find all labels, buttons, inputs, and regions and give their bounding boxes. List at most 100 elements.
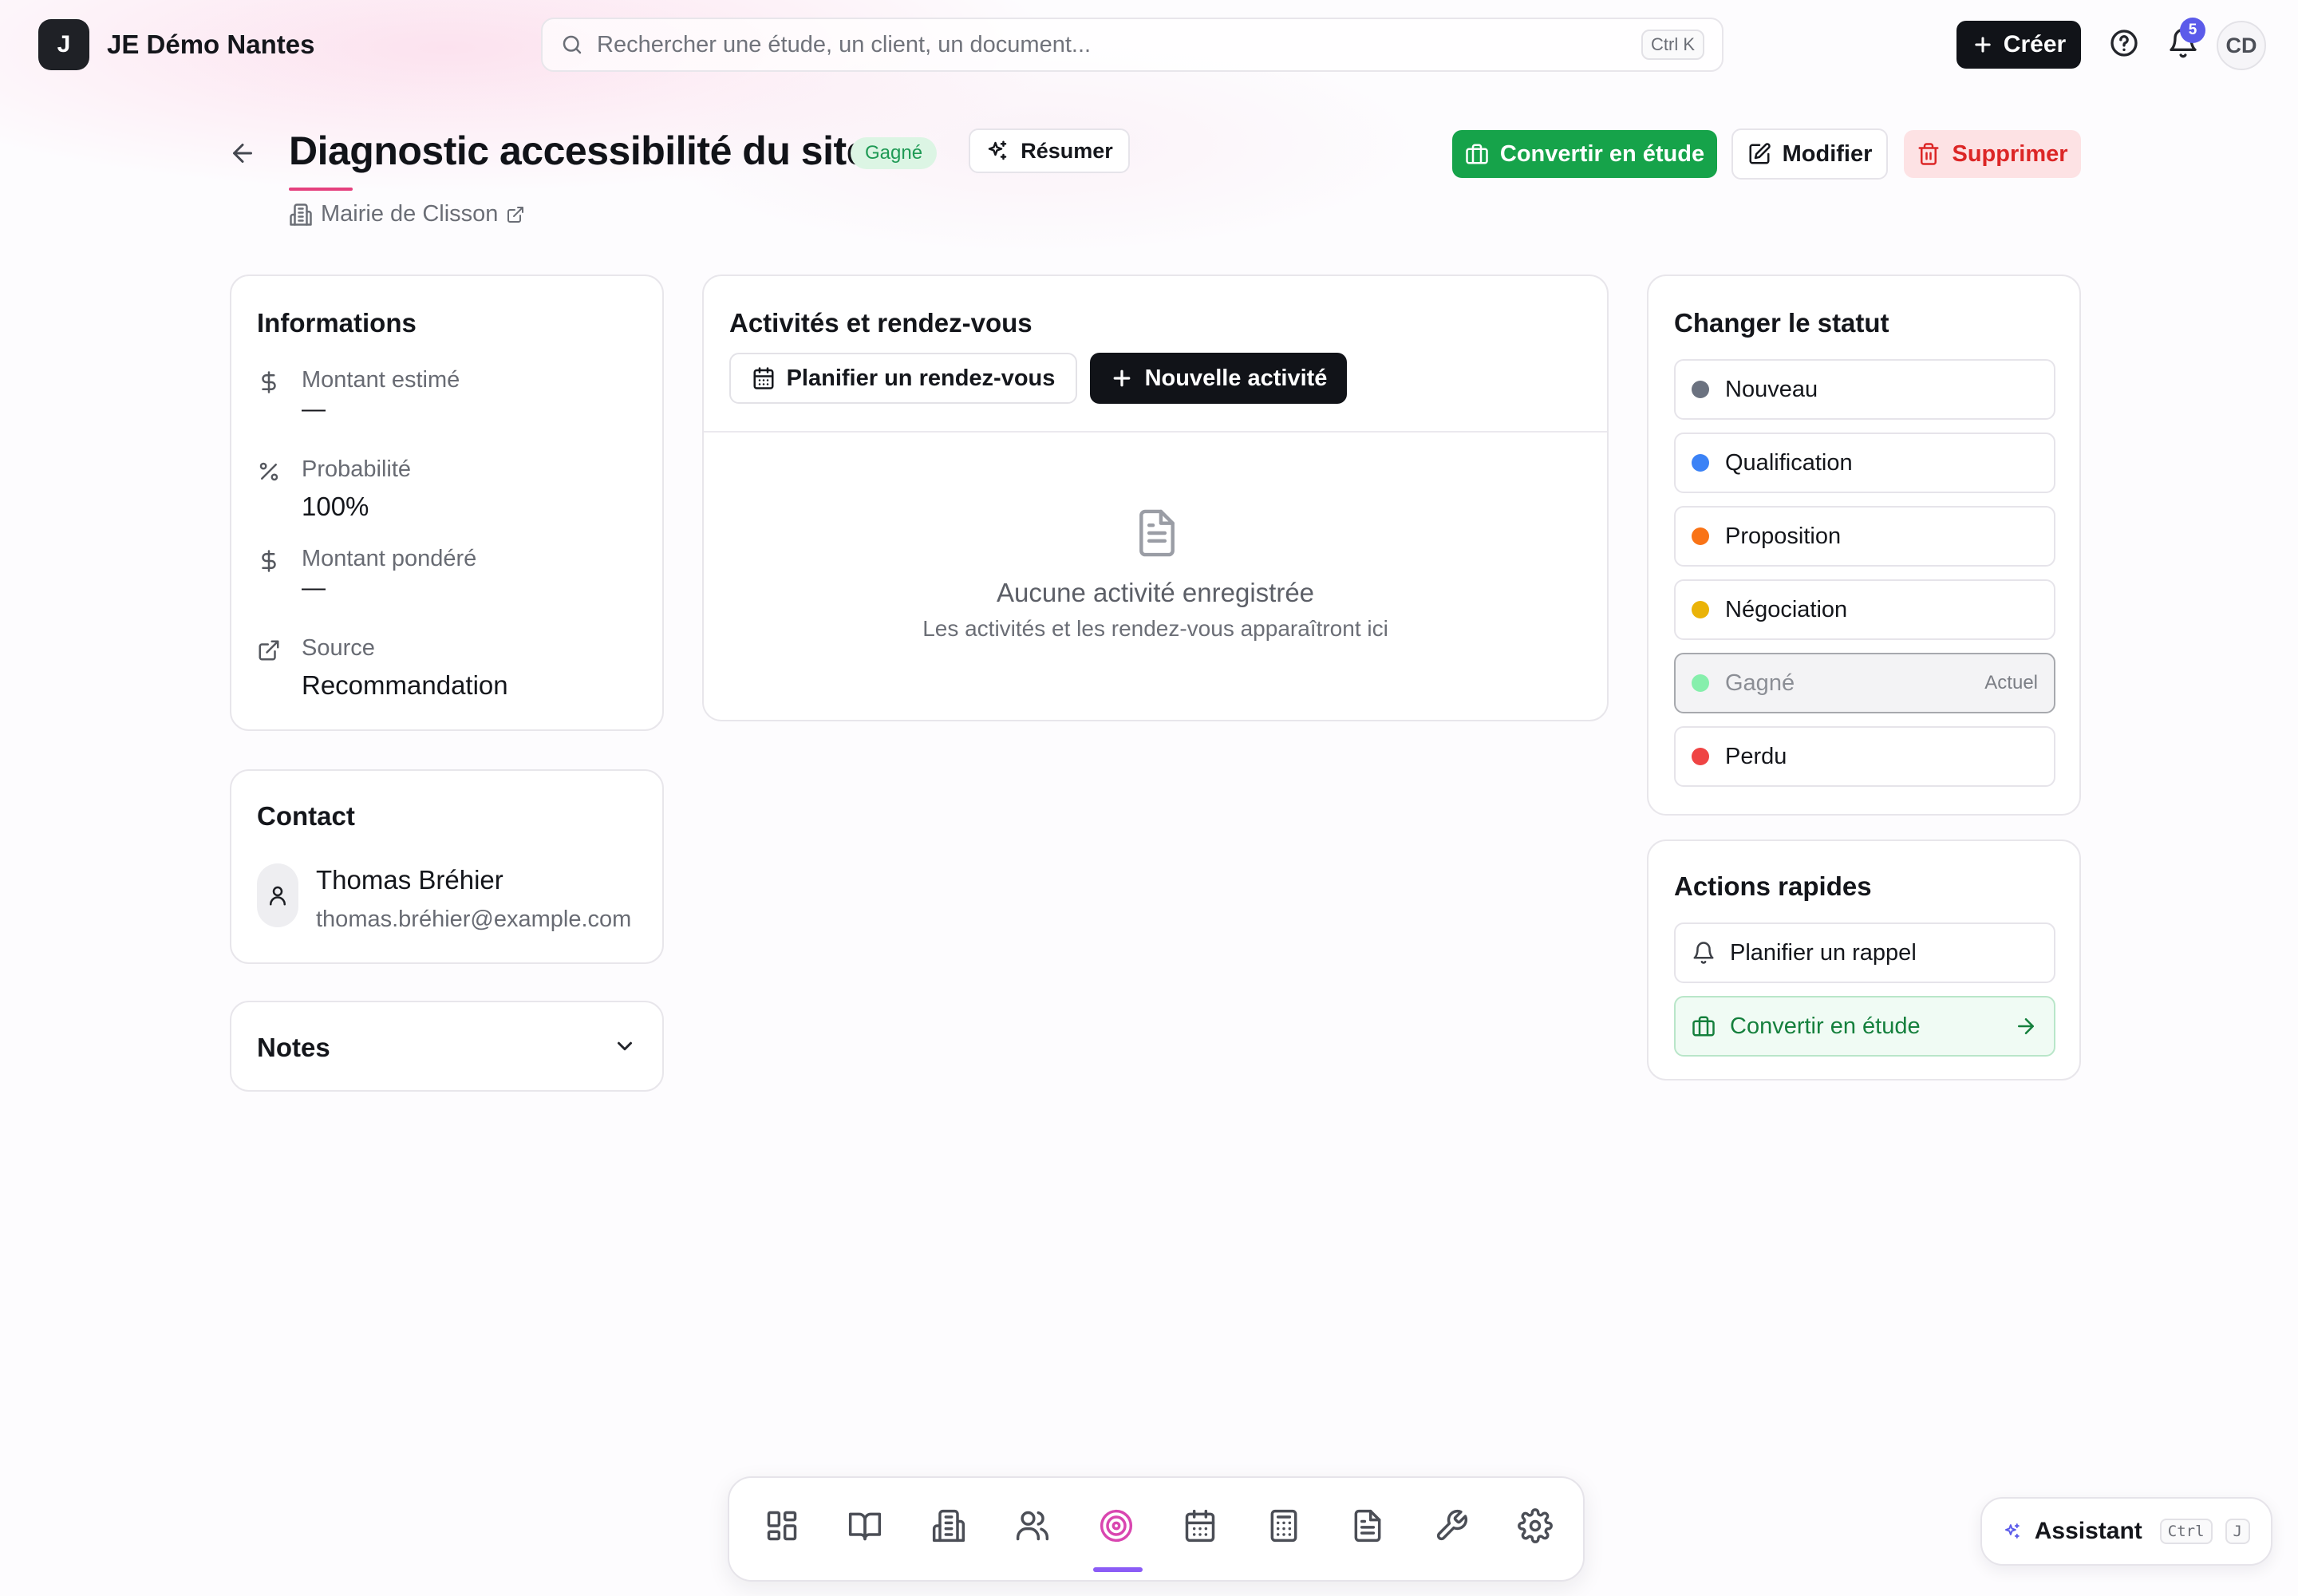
client-name: Mairie de Clisson xyxy=(321,201,499,227)
status-option-label: Qualification xyxy=(1725,449,1853,476)
status-option-negociation[interactable]: Négociation xyxy=(1674,579,2055,640)
briefcase-icon xyxy=(1466,144,1488,164)
contact-title: Contact xyxy=(257,801,355,831)
status-option-label: Nouveau xyxy=(1725,376,1818,402)
info-value: 100% xyxy=(302,492,369,521)
brand-name: JE Démo Nantes xyxy=(107,30,315,59)
back-button[interactable] xyxy=(228,139,260,171)
new-activity-label: Nouvelle activité xyxy=(1144,365,1328,391)
plus-icon xyxy=(1113,369,1130,387)
convert-to-study-button[interactable]: Convertir en étude xyxy=(1452,130,1717,178)
info-value: — xyxy=(302,575,326,601)
trash-icon xyxy=(1918,143,1939,165)
sparkles-icon xyxy=(988,140,1007,160)
schedule-meeting-button[interactable]: Planifier un rendez-vous xyxy=(729,353,1077,404)
summarize-button[interactable]: Résumer xyxy=(969,128,1130,173)
user-avatar[interactable]: CD xyxy=(2217,21,2266,70)
status-dot xyxy=(1692,748,1709,765)
status-card: Changer le statut Nouveau Qualification … xyxy=(1647,275,2081,816)
notes-title: Notes xyxy=(257,1033,330,1062)
help-icon xyxy=(2110,30,2138,57)
briefcase-icon xyxy=(1692,1016,1715,1037)
info-label: Probabilité xyxy=(302,456,412,482)
dock-documents[interactable] xyxy=(1348,1507,1387,1545)
wrench-icon xyxy=(1436,1509,1468,1541)
sparkles-icon xyxy=(2004,1523,2020,1539)
assistant-shortcut-key: J xyxy=(2225,1519,2250,1544)
edit-button[interactable]: Modifier xyxy=(1731,128,1888,180)
users-icon xyxy=(1016,1511,1049,1541)
dock-tools[interactable] xyxy=(1432,1507,1471,1545)
document-icon xyxy=(1354,1509,1381,1543)
create-button-label: Créer xyxy=(2003,31,2067,57)
assistant-shortcut-modifier: Ctrl xyxy=(2159,1519,2213,1544)
help-button[interactable] xyxy=(2108,27,2143,62)
new-activity-button[interactable]: Nouvelle activité xyxy=(1090,353,1347,404)
dock-opportunities[interactable] xyxy=(1097,1507,1135,1545)
dock-book[interactable] xyxy=(846,1507,884,1545)
contact-avatar xyxy=(257,863,298,927)
current-status-tag: Actuel xyxy=(1984,672,2038,693)
dock-calculator[interactable] xyxy=(1265,1507,1303,1545)
status-badge: Gagné xyxy=(851,137,938,169)
status-option-perdu[interactable]: Perdu xyxy=(1674,726,2055,787)
info-label: Source xyxy=(302,635,375,661)
status-option-qualification[interactable]: Qualification xyxy=(1674,433,2055,493)
schedule-reminder-button[interactable]: Planifier un rappel xyxy=(1674,922,2055,983)
arrow-right-icon xyxy=(2018,1018,2034,1034)
notes-card[interactable]: Notes xyxy=(230,1001,664,1092)
search-icon xyxy=(563,35,582,54)
dock-dashboard[interactable] xyxy=(763,1507,801,1545)
notes-toggle[interactable] xyxy=(613,1034,638,1060)
bottom-dock xyxy=(728,1476,1585,1582)
status-dot xyxy=(1692,527,1709,545)
info-label: Montant estimé xyxy=(302,367,460,393)
dock-users[interactable] xyxy=(1013,1507,1052,1545)
quick-convert-button[interactable]: Convertir en étude xyxy=(1674,996,2055,1057)
schedule-reminder-label: Planifier un rappel xyxy=(1730,939,1917,966)
building-icon xyxy=(932,1509,965,1543)
status-option-gagne[interactable]: Gagné Actuel xyxy=(1674,653,2055,713)
dollar-icon xyxy=(262,371,276,393)
document-icon xyxy=(1133,508,1181,559)
brand-logo: J xyxy=(38,19,89,70)
calendar-icon xyxy=(753,367,774,389)
external-link-icon xyxy=(507,206,524,223)
arrow-left-icon xyxy=(233,144,252,163)
settings-icon xyxy=(1518,1508,1553,1543)
quick-actions-card: Actions rapides Planifier un rappel Conv… xyxy=(1647,839,2081,1080)
empty-state-title: Aucune activité enregistrée xyxy=(996,578,1315,607)
empty-state-subtitle: Les activités et les rendez-vous apparaî… xyxy=(922,616,1388,641)
status-dot xyxy=(1692,381,1709,398)
bell-icon xyxy=(1693,942,1714,964)
contact-name[interactable]: Thomas Bréhier xyxy=(316,865,503,895)
client-link[interactable]: Mairie de Clisson xyxy=(289,201,525,227)
active-nav-indicator xyxy=(1093,1567,1143,1572)
status-option-nouveau[interactable]: Nouveau xyxy=(1674,359,2055,420)
assistant-button[interactable]: Assistant Ctrl J xyxy=(1980,1497,2272,1566)
dock-settings[interactable] xyxy=(1516,1507,1554,1545)
info-value: — xyxy=(302,396,326,422)
quick-actions-title: Actions rapides xyxy=(1674,871,1872,901)
top-bar: J JE Démo Nantes Rechercher une étude, u… xyxy=(0,0,2298,89)
status-option-label: Gagné xyxy=(1725,670,1795,696)
activities-title: Activités et rendez-vous xyxy=(729,308,1033,338)
dock-calendar[interactable] xyxy=(1181,1507,1219,1545)
search-placeholder: Rechercher une étude, un client, un docu… xyxy=(597,31,1092,57)
status-option-proposition[interactable]: Proposition xyxy=(1674,506,2055,567)
edit-label: Modifier xyxy=(1782,140,1873,167)
delete-button[interactable]: Supprimer xyxy=(1904,130,2081,178)
search-input[interactable]: Rechercher une étude, un client, un docu… xyxy=(541,18,1724,72)
info-value: Recommandation xyxy=(302,670,508,700)
create-button[interactable]: Créer xyxy=(1956,21,2081,69)
building-icon xyxy=(290,203,312,226)
plus-icon xyxy=(1975,37,1991,53)
status-card-title: Changer le statut xyxy=(1674,308,1889,338)
external-link-icon xyxy=(259,640,279,661)
dollar-icon xyxy=(262,550,276,572)
target-icon xyxy=(1100,1509,1133,1543)
schedule-meeting-label: Planifier un rendez-vous xyxy=(786,365,1056,391)
brand[interactable]: J JE Démo Nantes xyxy=(38,19,314,70)
contact-email[interactable]: thomas.bréhier@example.com xyxy=(316,907,631,933)
dock-clients[interactable] xyxy=(930,1507,968,1545)
